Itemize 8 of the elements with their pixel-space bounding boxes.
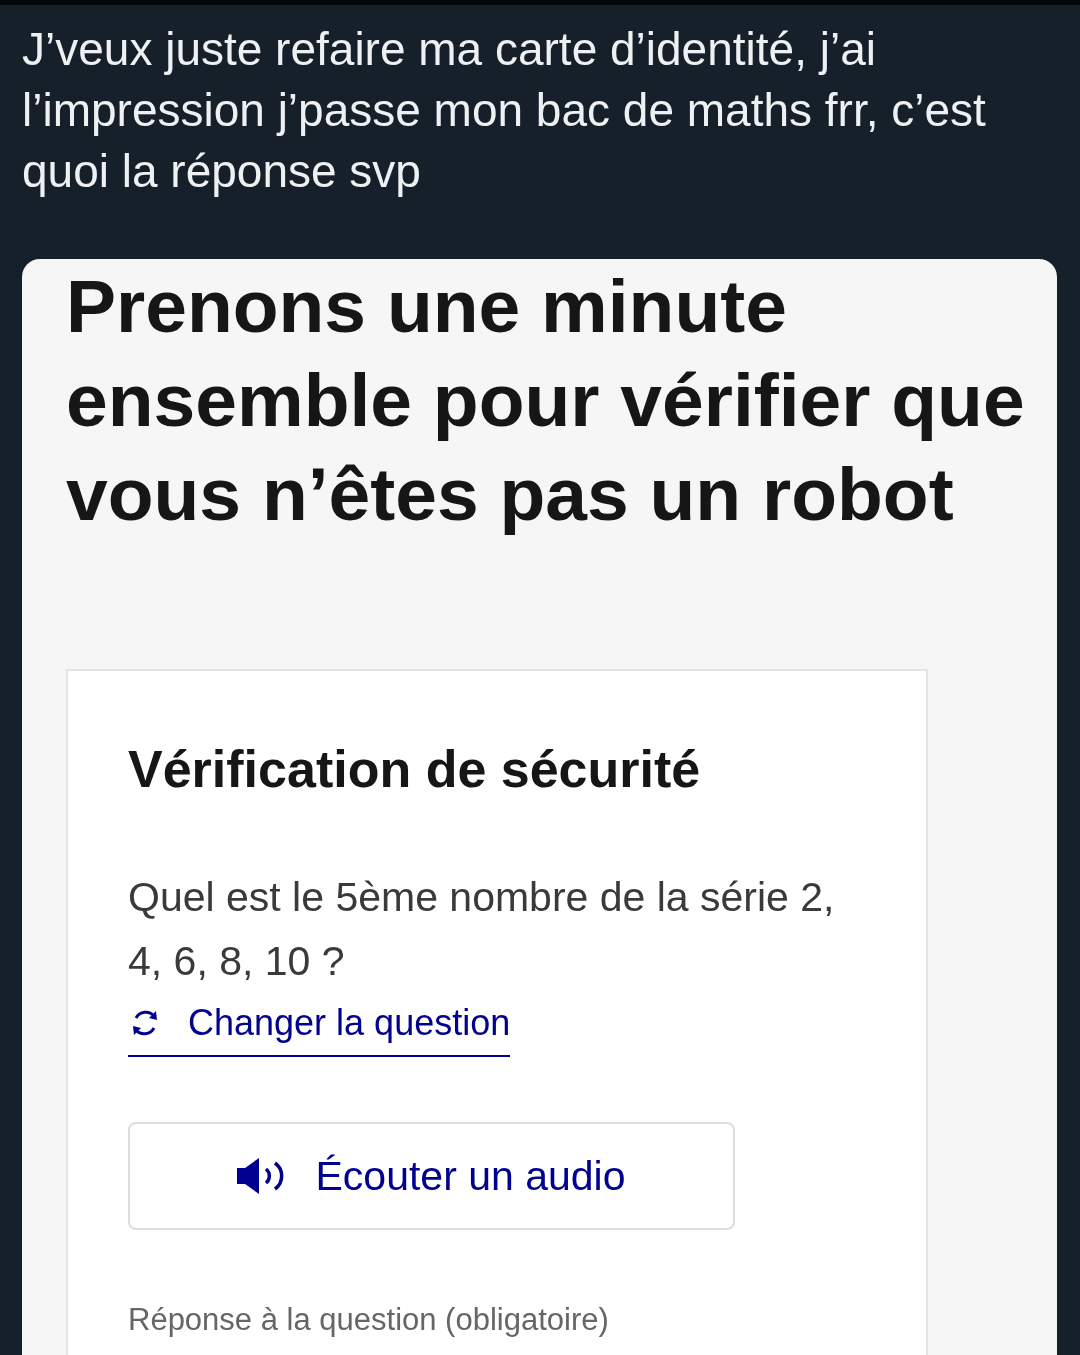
answer-label: Réponse à la question (obligatoire) — [128, 1301, 609, 1339]
audio-button[interactable]: Écouter un audio — [128, 1122, 735, 1230]
post-text: J’veux juste refaire ma carte d’identité, j’ai l’impression j’passe mon bac de maths frr, c’est quoi la réponse svp — [21, 22, 987, 199]
page-title: Prenons une minute ensemble pour vérifier que vous n’êtes pas un robot — [66, 263, 1026, 538]
question-text: Quel est le 5ème nombre de la série 2, 4, 6, 8, 10 ? — [128, 873, 836, 986]
refresh-icon — [130, 1008, 160, 1038]
change-question-link[interactable]: Changer la question — [128, 1001, 511, 1057]
panel-heading: Vérification de sécurité — [128, 739, 701, 799]
